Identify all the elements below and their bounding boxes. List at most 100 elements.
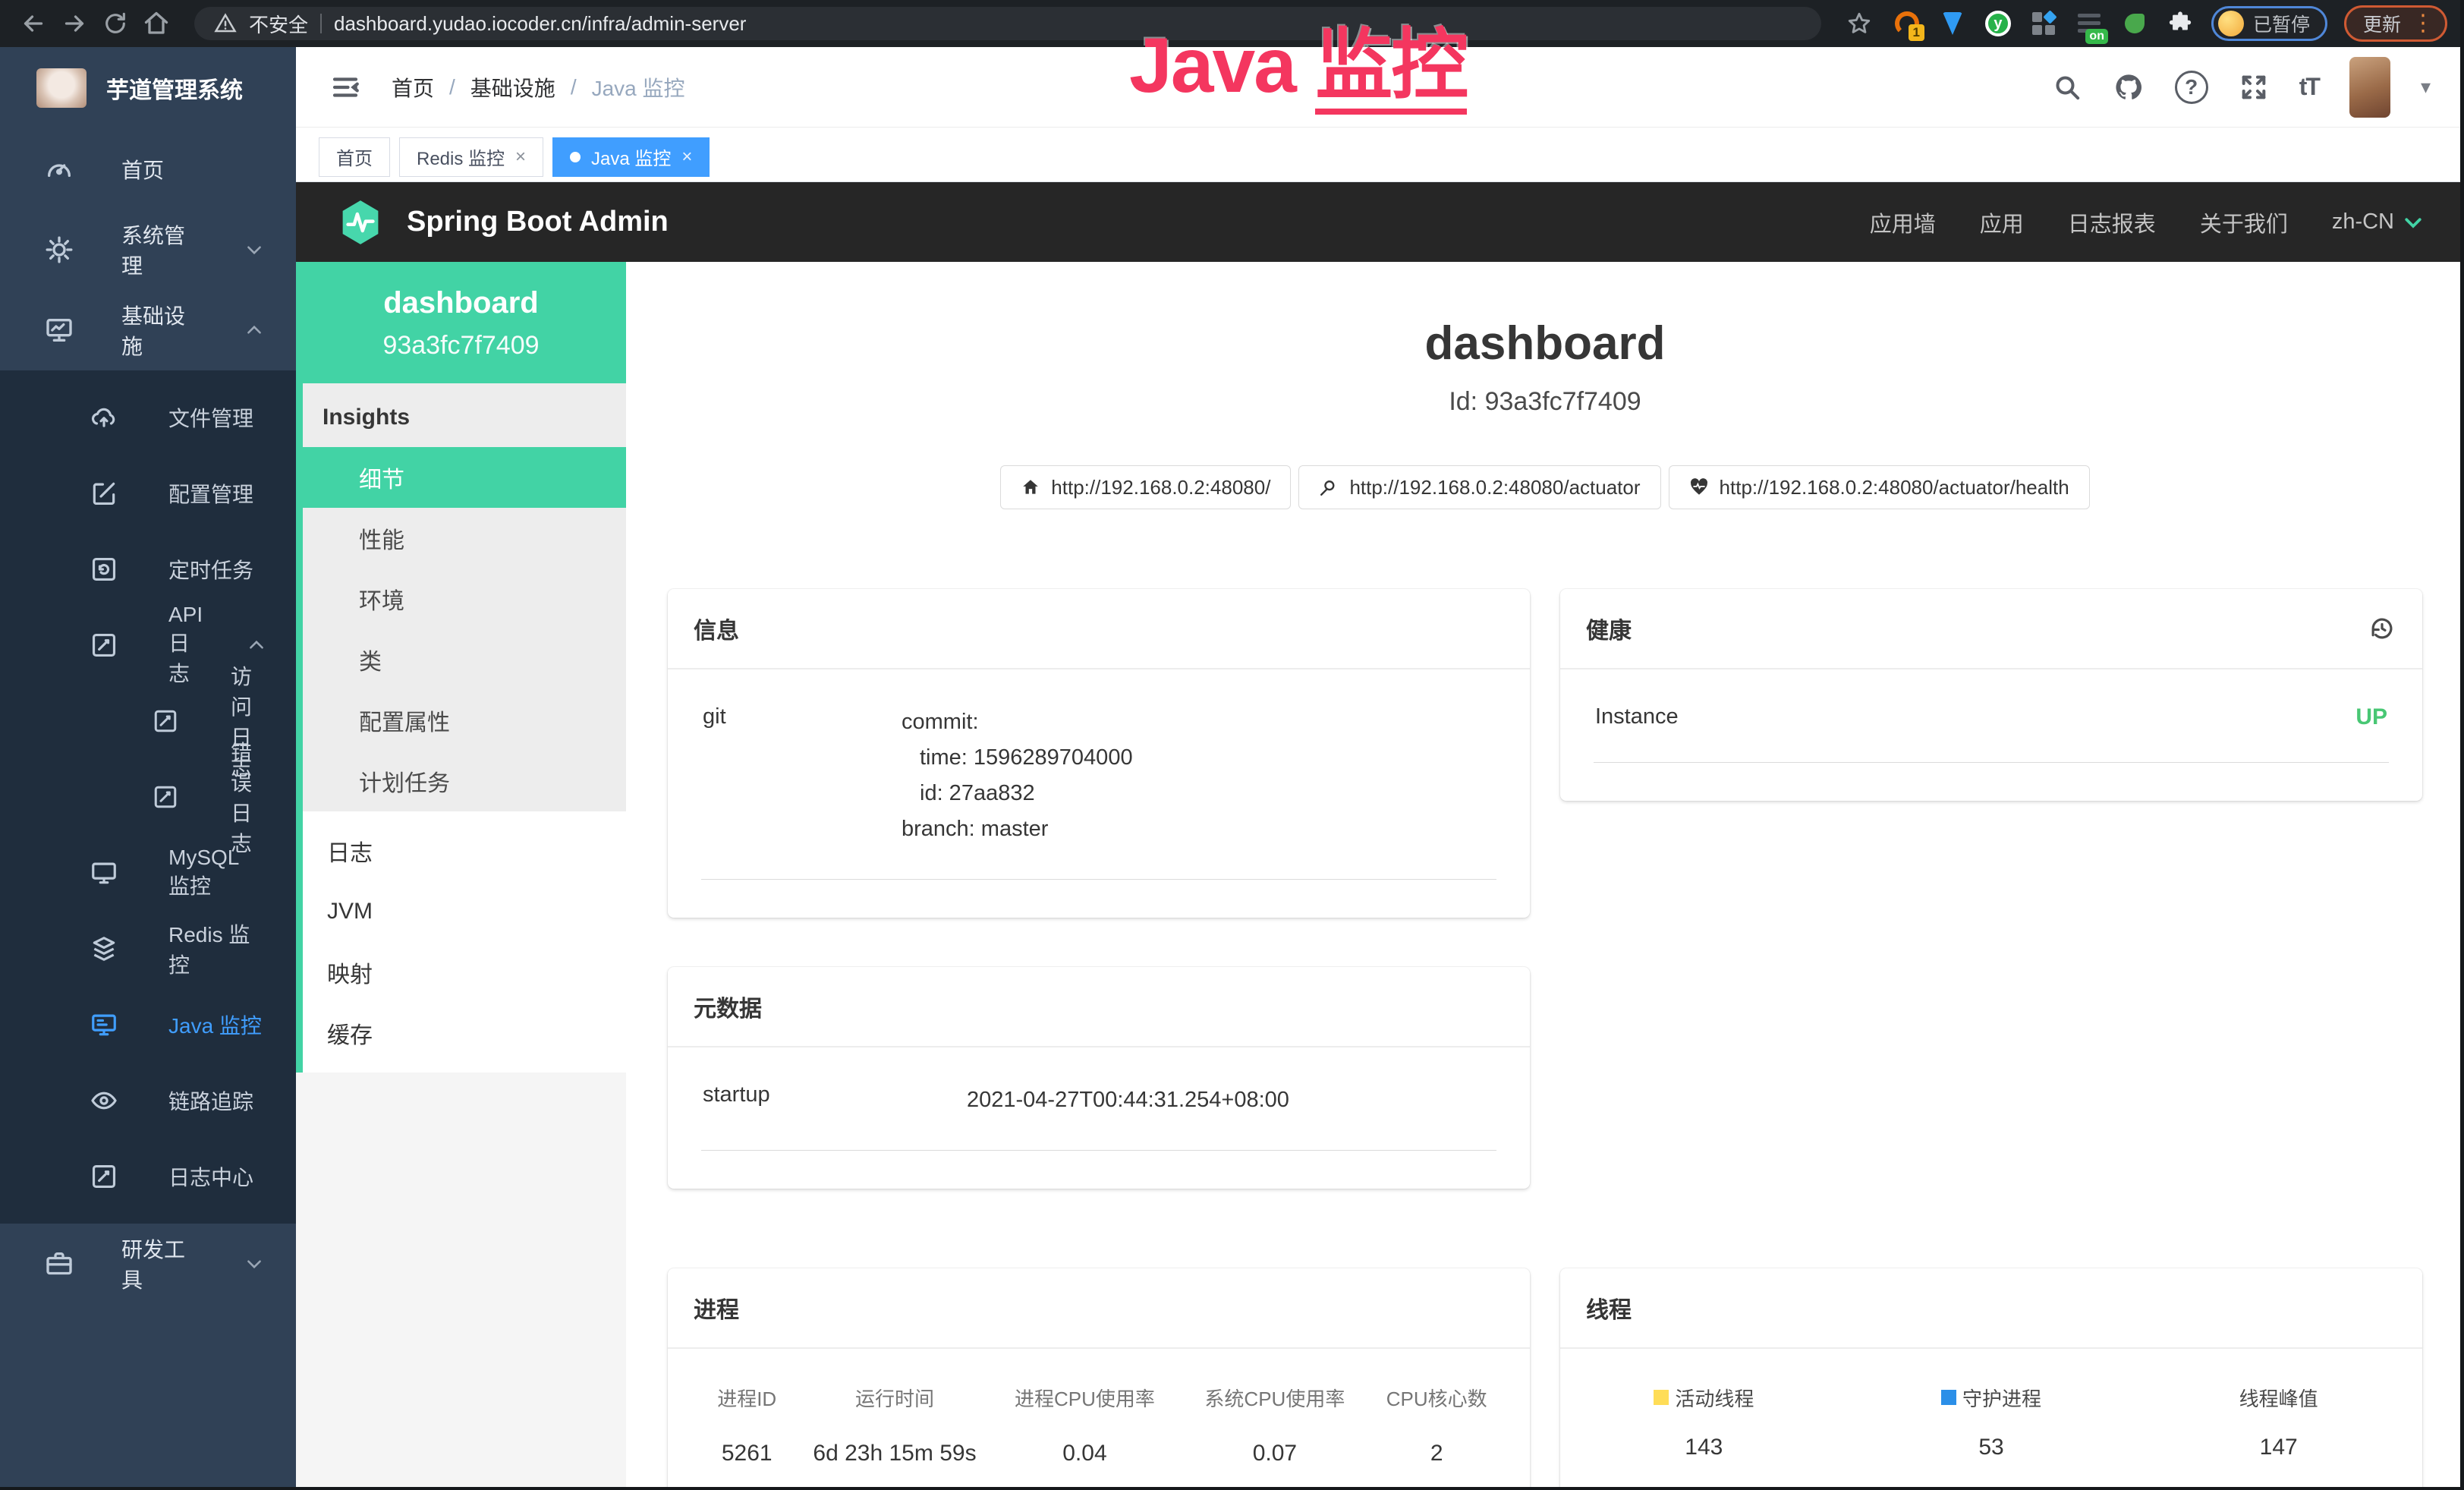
search-icon[interactable] bbox=[2052, 72, 2082, 102]
sba-instance-header[interactable]: dashboard 93a3fc7f7409 bbox=[296, 262, 626, 383]
heartbeat-icon bbox=[1689, 477, 1709, 497]
github-icon[interactable] bbox=[2113, 71, 2145, 103]
sidebar-item-file-manage[interactable]: 文件管理 bbox=[0, 380, 296, 455]
sidebar-item-java-monitor[interactable]: Java 监控 bbox=[0, 987, 296, 1063]
sba-header: Spring Boot Admin 应用墙 应用 日志报表 关于我们 zh-CN bbox=[296, 182, 2464, 262]
sba-main: dashboard Id: 93a3fc7f7409 http://192.16… bbox=[626, 262, 2464, 1490]
app-title: 芋道管理系统 bbox=[106, 71, 243, 105]
chevron-down-icon bbox=[244, 1254, 264, 1274]
sba-item-mappings[interactable]: 映射 bbox=[303, 942, 626, 1003]
daemon-threads-stat: 守护进程 53 bbox=[1848, 1384, 2135, 1460]
sba-item-caches[interactable]: 缓存 bbox=[303, 1003, 626, 1063]
live-threads-stat: 活动线程 143 bbox=[1560, 1384, 1848, 1460]
sidebar-item-config-manage[interactable]: 配置管理 bbox=[0, 455, 296, 531]
close-icon[interactable]: × bbox=[681, 146, 692, 168]
log-edit-icon bbox=[152, 707, 187, 735]
sidebar-item-system[interactable]: 系统管理 bbox=[0, 209, 296, 290]
cloud-upload-icon bbox=[90, 403, 124, 432]
sidebar-item-trace[interactable]: 链路追踪 bbox=[0, 1063, 296, 1139]
sba-item-classes[interactable]: 类 bbox=[303, 629, 626, 690]
breadcrumb-infra[interactable]: 基础设施 bbox=[470, 72, 555, 102]
sidebar-item-log-center[interactable]: 日志中心 bbox=[0, 1139, 296, 1214]
page-tabs: 首页 Redis 监控 × Java 监控 × bbox=[296, 128, 2464, 182]
home-icon[interactable] bbox=[140, 7, 173, 40]
avatar-caret-icon[interactable]: ▾ bbox=[2421, 75, 2431, 99]
sba-item-jvm[interactable]: JVM bbox=[303, 881, 626, 942]
user-avatar[interactable] bbox=[2349, 57, 2390, 118]
extension-colorzilla-icon[interactable]: 1 bbox=[1893, 9, 1921, 38]
health-url-button[interactable]: http://192.168.0.2:48080/actuator/health bbox=[1669, 465, 2090, 509]
address-bar[interactable]: 不安全 dashboard.yudao.iocoder.cn/infra/adm… bbox=[194, 7, 1821, 40]
back-icon[interactable] bbox=[17, 7, 50, 40]
extension-pin-icon[interactable] bbox=[1938, 9, 1967, 38]
font-size-icon[interactable]: tT bbox=[2299, 73, 2319, 101]
breadcrumb-home[interactable]: 首页 bbox=[392, 72, 434, 102]
threads-card-title: 线程 bbox=[1586, 1291, 1632, 1325]
sba-nav-applications[interactable]: 应用 bbox=[1980, 206, 2024, 238]
close-icon[interactable]: × bbox=[515, 146, 526, 168]
sba-nav-journal[interactable]: 日志报表 bbox=[2068, 206, 2156, 238]
sidebar-item-devtools[interactable]: 研发工具 bbox=[0, 1224, 296, 1304]
instance-id: 93a3fc7f7409 bbox=[296, 331, 626, 361]
chevron-down-icon bbox=[2402, 211, 2425, 234]
extensions-puzzle-icon[interactable] bbox=[2166, 9, 2195, 38]
infra-monitor-icon bbox=[44, 315, 79, 345]
sidebar-item-home[interactable]: 首页 bbox=[0, 129, 296, 209]
health-card: 健康 Instance UP bbox=[1560, 589, 2422, 801]
info-card: 信息 git commit: time: 1596289704000 id: 2… bbox=[668, 589, 1530, 918]
layers-icon bbox=[90, 934, 124, 963]
tab-home[interactable]: 首页 bbox=[319, 137, 390, 177]
browser-menu-icon[interactable]: ⋮ bbox=[2412, 12, 2434, 35]
extension-y-icon[interactable]: y bbox=[1984, 9, 2012, 38]
sba-item-metrics[interactable]: 性能 bbox=[303, 508, 626, 569]
legend-daemon-icon bbox=[1941, 1390, 1956, 1405]
sba-item-config-props[interactable]: 配置属性 bbox=[303, 690, 626, 751]
sba-logo-icon bbox=[335, 197, 385, 247]
url-text[interactable]: dashboard.yudao.iocoder.cn/infra/admin-s… bbox=[334, 12, 746, 36]
collapse-sidebar-icon[interactable] bbox=[329, 71, 363, 103]
system-cpu: 0.07 bbox=[1183, 1441, 1366, 1466]
sba-root-items: 日志 JVM 映射 缓存 bbox=[296, 811, 626, 1073]
emoji-face-icon bbox=[2218, 11, 2244, 36]
sba-item-logs[interactable]: 日志 bbox=[303, 821, 626, 881]
help-icon[interactable]: ? bbox=[2175, 71, 2208, 104]
security-warning-icon[interactable] bbox=[214, 12, 237, 35]
sidebar-item-redis-monitor[interactable]: Redis 监控 bbox=[0, 911, 296, 987]
reload-icon[interactable] bbox=[99, 7, 132, 40]
extension-grid-icon[interactable] bbox=[2029, 9, 2058, 38]
extension-leaf-icon[interactable] bbox=[2120, 9, 2149, 38]
active-dot-icon bbox=[570, 152, 581, 162]
paused-profile-badge[interactable]: 已暂停 bbox=[2211, 6, 2327, 41]
app-logo-image bbox=[36, 68, 87, 108]
sba-locale-select[interactable]: zh-CN bbox=[2332, 209, 2425, 235]
health-card-title: 健康 bbox=[1586, 612, 1632, 645]
actuator-url-button[interactable]: http://192.168.0.2:48080/actuator bbox=[1298, 465, 1660, 509]
breadcrumb: 首页 / 基础设施 / Java 监控 bbox=[392, 72, 685, 102]
tab-redis-monitor[interactable]: Redis 监控 × bbox=[399, 137, 543, 177]
sba-brand[interactable]: Spring Boot Admin bbox=[407, 206, 669, 238]
sba-nav-wallboard[interactable]: 应用墙 bbox=[1870, 206, 1936, 238]
process-cpu: 0.04 bbox=[987, 1441, 1184, 1466]
sba-item-environment[interactable]: 环境 bbox=[303, 569, 626, 629]
thread-stats: 活动线程 143 守护进程 53 线程峰值 147 bbox=[1560, 1379, 2422, 1460]
eye-icon bbox=[90, 1086, 124, 1115]
info-card-title: 信息 bbox=[694, 612, 739, 645]
tab-java-monitor[interactable]: Java 监控 × bbox=[552, 137, 710, 177]
job-history-icon bbox=[90, 555, 124, 584]
browser-update-button[interactable]: 更新 ⋮ bbox=[2344, 5, 2447, 42]
sidebar-item-mysql-monitor[interactable]: MySQL 监控 bbox=[0, 835, 296, 911]
fullscreen-icon[interactable] bbox=[2239, 72, 2269, 102]
sba-item-details[interactable]: 细节 bbox=[296, 447, 626, 508]
sidebar-item-error-log[interactable]: 错误日志 bbox=[0, 759, 296, 835]
sba-nav-about[interactable]: 关于我们 bbox=[2200, 206, 2288, 238]
bookmark-star-icon[interactable] bbox=[1842, 7, 1876, 40]
sba-item-scheduled-tasks[interactable]: 计划任务 bbox=[303, 751, 626, 811]
legend-live-icon bbox=[1654, 1390, 1669, 1405]
chevron-up-icon bbox=[247, 635, 266, 655]
sidebar-item-infra[interactable]: 基础设施 bbox=[0, 290, 296, 370]
extension-on-icon[interactable]: on bbox=[2075, 9, 2104, 38]
service-url-button[interactable]: http://192.168.0.2:48080/ bbox=[1000, 465, 1291, 509]
history-icon[interactable] bbox=[2368, 614, 2396, 643]
forward-icon[interactable] bbox=[58, 7, 91, 40]
sidebar-item-scheduled-jobs[interactable]: 定时任务 bbox=[0, 531, 296, 607]
